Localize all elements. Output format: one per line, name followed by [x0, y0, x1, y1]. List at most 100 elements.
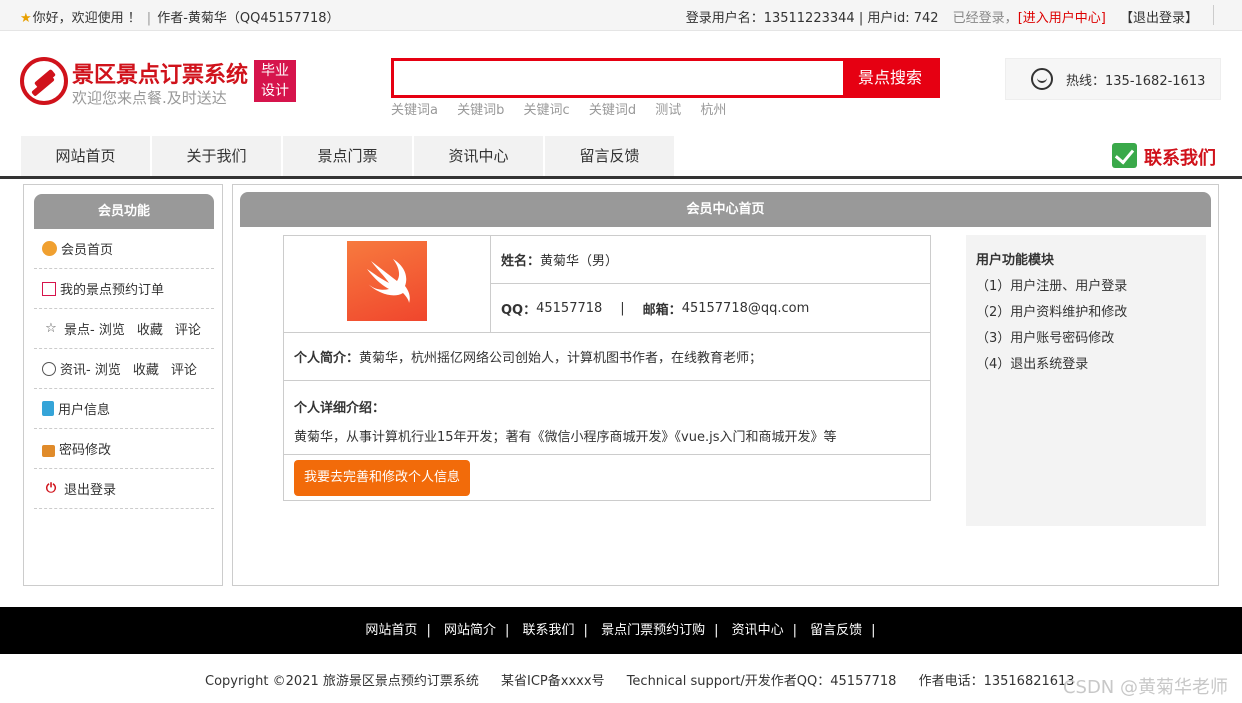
lock-icon	[42, 444, 55, 457]
sidebar-item-label: 我的景点预约订单	[60, 283, 165, 298]
spots-comment-link[interactable]: 评论	[175, 319, 201, 338]
profile-name-row: 姓名： 黄菊华（男）	[491, 236, 930, 284]
nav-item-feedback[interactable]: 留言反馈	[545, 136, 676, 176]
nav-item-news[interactable]: 资讯中心	[414, 136, 545, 176]
footer-link-home[interactable]: 网站首页	[365, 623, 417, 638]
footer-link-feedback[interactable]: 留言反馈	[810, 623, 862, 638]
graduation-badge: 毕业 设计	[254, 60, 296, 102]
search-keywords: 关键词a 关键词b 关键词c 关键词d 测试 杭州	[391, 99, 726, 118]
divider: |	[426, 623, 431, 638]
feature-item: （2）用户资料维护和修改	[976, 305, 1128, 320]
hotline-text: 热线：135-1682-1613	[1066, 74, 1206, 89]
user-features-panel: 用户功能模块 （1）用户注册、用户登录 （2）用户资料维护和修改 （3）用户账号…	[966, 235, 1206, 526]
keyword-link[interactable]: 杭州	[700, 103, 726, 118]
news-comment-link[interactable]: 评论	[171, 359, 197, 378]
main-nav: 网站首页 关于我们 景点门票 资讯中心 留言反馈	[21, 136, 676, 176]
checkmark-icon	[1112, 143, 1137, 168]
power-icon: ⏻	[45, 481, 57, 496]
star-icon: ☆	[45, 321, 57, 336]
search-input[interactable]	[394, 61, 847, 95]
customer-service-icon	[1031, 68, 1053, 90]
keyword-link[interactable]: 关键词d	[589, 103, 636, 118]
footer-link-intro[interactable]: 网站简介	[444, 623, 496, 638]
csdn-watermark: CSDN @黄菊华老师	[1062, 677, 1228, 698]
feature-item: （1）用户注册、用户登录	[976, 279, 1128, 294]
member-main: 会员中心首页 姓名： 黄菊华（男） QQ： 45157718 | 邮箱： 451577…	[232, 184, 1219, 586]
sidebar-item-label: 会员首页	[61, 243, 114, 258]
copyright-text: Copyright ©2021 旅游景区景点预约订票系统	[205, 674, 479, 689]
logo-icon[interactable]	[20, 57, 68, 105]
nav-item-tickets[interactable]: 景点门票	[283, 136, 414, 176]
user-info-icon	[42, 401, 54, 416]
sidebar-list: 会员首页 我的景点预约订单 ☆ 景点- 浏览 收藏 评论 资讯- 浏览 收藏 评…	[34, 229, 214, 509]
top-bar-right: 登录用户名：13511223344 | 用户id: 742 已经登录，[进入用户…	[686, 7, 1198, 26]
contact-us-label: 联系我们	[1144, 148, 1216, 169]
spots-favorite-link[interactable]: 收藏	[137, 319, 163, 338]
sidebar-item-label: 密码修改	[59, 443, 112, 458]
sidebar-title: 会员功能	[34, 194, 214, 229]
phone-text: 作者电话：13516821613	[918, 674, 1075, 689]
name-value: 黄菊华（男）	[540, 254, 619, 269]
keyword-link[interactable]: 关键词a	[391, 103, 438, 118]
footer-link-contact[interactable]: 联系我们	[523, 623, 575, 638]
divider: |	[792, 623, 798, 638]
news-browse-link[interactable]: 资讯- 浏览	[60, 359, 121, 378]
sidebar-item-orders[interactable]: 我的景点预约订单	[34, 269, 214, 309]
email-label: 邮箱：	[642, 302, 682, 318]
login-user-text: 登录用户名：13511223344 | 用户id: 742	[685, 11, 939, 26]
site-title[interactable]: 景区景点订票系统	[72, 57, 248, 89]
profile-detail-row: 个人详细介绍： 黄菊华，从事计算机行业15年开发；著有《微信小程序商城开发》《v…	[284, 381, 930, 455]
sidebar-item-logout[interactable]: ⏻ 退出登录	[34, 469, 214, 509]
copyright-bar: Copyright ©2021 旅游景区景点预约订票系统 某省ICP备xxxx号…	[205, 670, 1093, 689]
nav-item-home[interactable]: 网站首页	[21, 136, 152, 176]
email-value: 45157718@qq.com	[681, 300, 810, 316]
avatar	[347, 241, 427, 321]
sidebar-item-user-info[interactable]: 用户信息	[34, 389, 214, 429]
divider: |	[504, 623, 510, 638]
sidebar-item-spots: ☆ 景点- 浏览 收藏 评论	[34, 309, 214, 349]
main-title: 会员中心首页	[240, 192, 1211, 227]
logout-link[interactable]: 【退出登录】	[1120, 11, 1198, 26]
profile-contact-row: QQ： 45157718 | 邮箱： 45157718@qq.com	[491, 284, 930, 333]
swift-bird-icon	[367, 259, 410, 303]
divider: |	[583, 623, 588, 638]
news-favorite-link[interactable]: 收藏	[133, 359, 159, 378]
keyword-link[interactable]: 测试	[655, 103, 681, 118]
keyword-link[interactable]: 关键词b	[457, 103, 504, 118]
profile-intro-row: 个人简介： 黄菊华，杭州摇亿网络公司创始人，计算机图书作者，在线教育老师；	[284, 333, 930, 381]
search-button[interactable]: 景点搜索	[843, 61, 937, 95]
top-bar: ★你好，欢迎使用 ！ | 作者-黄菊华（QQ45157718） 登录用户名：1351…	[0, 0, 1242, 31]
keyword-link[interactable]: 关键词c	[524, 103, 570, 118]
nav-divider	[0, 176, 1242, 179]
footer-link-news[interactable]: 资讯中心	[732, 623, 784, 638]
feature-item: （3）用户账号密码修改	[976, 331, 1115, 346]
login-status-text: 已经登录，	[952, 11, 1018, 26]
site-subtitle: 欢迎您来点餐.及时送达	[72, 89, 227, 107]
user-center-link[interactable]: [进入用户中心]	[1018, 11, 1106, 26]
nav-item-about[interactable]: 关于我们	[152, 136, 283, 176]
footer-nav: 网站首页 | 网站简介 | 联系我们 | 景点门票预约订购 | 资讯中心 | 留言反馈 |	[0, 607, 1242, 654]
sidebar-item-news: 资讯- 浏览 收藏 评论	[34, 349, 214, 389]
star-icon: ★	[20, 11, 32, 26]
footer-link-tickets[interactable]: 景点门票预约订购	[601, 623, 705, 638]
sidebar-item-member-home[interactable]: 会员首页	[34, 229, 214, 269]
order-icon	[42, 281, 56, 296]
sidebar-item-password[interactable]: 密码修改	[34, 429, 214, 469]
detail-label: 个人详细介绍：	[294, 401, 386, 416]
badge-line: 毕业	[261, 63, 289, 79]
intro-value: 黄菊华，杭州摇亿网络公司创始人，计算机图书作者，在线教育老师；	[359, 351, 763, 366]
qq-label: QQ：	[501, 302, 537, 318]
divider: |	[620, 300, 625, 316]
feature-item: （4）退出系统登录	[976, 357, 1089, 372]
home-icon	[42, 241, 57, 256]
edit-profile-button[interactable]: 我要去完善和修改个人信息	[294, 460, 470, 496]
intro-label: 个人简介：	[294, 351, 360, 366]
qq-value: 45157718	[536, 300, 603, 316]
search-box: 景点搜索	[391, 58, 940, 98]
spots-browse-link[interactable]: 景点- 浏览	[64, 319, 125, 338]
features-title: 用户功能模块	[976, 253, 1055, 268]
divider: |	[714, 623, 719, 638]
top-bar-left: ★你好，欢迎使用 ！ | 作者-黄菊华（QQ45157718）	[20, 7, 340, 26]
sidebar-item-label: 用户信息	[58, 403, 111, 418]
detail-value: 黄菊华，从事计算机行业15年开发；著有《微信小程序商城开发》《vue.js入门和…	[294, 430, 837, 445]
